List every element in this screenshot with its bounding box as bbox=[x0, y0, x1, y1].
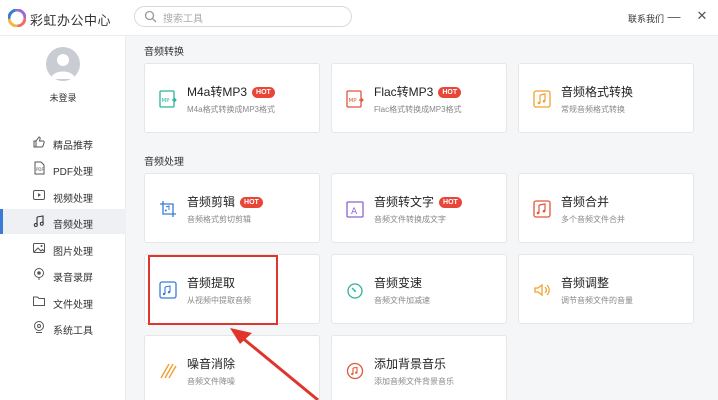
card-description: 音频文件加减速 bbox=[374, 296, 430, 305]
svg-text:A: A bbox=[351, 207, 358, 217]
m4a-convert-icon: MP bbox=[159, 90, 177, 108]
audio-merge-icon bbox=[533, 200, 551, 218]
hot-badge: HOT bbox=[438, 87, 462, 98]
card-description: 常规音频格式转换 bbox=[561, 105, 625, 114]
sidebar-item-label: PDF处理 bbox=[53, 167, 93, 178]
sidebar-item-label: 录音录屏 bbox=[53, 273, 93, 284]
user-avatar-icon bbox=[51, 54, 75, 79]
card-description: 添加音频文件背景音乐 bbox=[374, 377, 454, 386]
system-tools-icon bbox=[34, 321, 44, 333]
record-icon bbox=[34, 268, 44, 280]
sidebar-item-video[interactable]: 视频处理 bbox=[0, 183, 126, 208]
volume-icon bbox=[534, 283, 550, 297]
hot-badge: HOT bbox=[439, 197, 462, 208]
section-title-audio-convert: 音频转换 bbox=[144, 47, 184, 58]
sidebar-item-label: 文件处理 bbox=[53, 300, 93, 311]
section-title-audio-process: 音频处理 bbox=[144, 157, 184, 168]
contact-us-link[interactable]: 联系我们 bbox=[628, 12, 664, 25]
flac-convert-icon: MP bbox=[346, 90, 364, 108]
tool-card-volume-adjust[interactable]: 音频调整 调节音频文件的音量 bbox=[518, 254, 694, 324]
title-bar: 彩虹办公中心 搜索工具 联系我们 — ✕ bbox=[0, 0, 718, 36]
sidebar-item-label: 精品推荐 bbox=[53, 141, 93, 152]
sidebar-item-system[interactable]: 系统工具 bbox=[0, 315, 126, 340]
noise-removal-icon bbox=[160, 363, 177, 379]
sidebar-item-file[interactable]: 文件处理 bbox=[0, 289, 126, 314]
tool-card-audio-to-text[interactable]: A 音频转文字 HOT 音频文件转换成文字 bbox=[331, 173, 507, 243]
hot-badge: HOT bbox=[252, 87, 275, 98]
search-input[interactable]: 搜索工具 bbox=[134, 6, 352, 27]
audio-to-text-icon: A bbox=[346, 201, 364, 218]
card-description: 音频文件降噪 bbox=[187, 377, 235, 386]
sidebar: 未登录 精品推荐 PDF PDF处理 视频处理 音频处理 图片处理 录音录屏 文… bbox=[0, 36, 126, 400]
sidebar-item-label: 系统工具 bbox=[53, 326, 93, 337]
sidebar-item-label: 音频处理 bbox=[53, 220, 93, 231]
minimize-button[interactable]: — bbox=[664, 6, 684, 26]
thumbs-up-icon bbox=[33, 136, 45, 148]
hot-badge: HOT bbox=[240, 197, 263, 208]
card-title: 音频转文字 HOT bbox=[374, 193, 462, 210]
card-description: 音频文件转换成文字 bbox=[374, 215, 446, 224]
card-description: M4a格式转换成MP3格式 bbox=[187, 105, 276, 114]
card-description: 音频格式剪切剪辑 bbox=[187, 215, 251, 224]
tool-card-audio-format[interactable]: 音频格式转换 常规音频格式转换 bbox=[518, 63, 694, 133]
sidebar-item-label: 视频处理 bbox=[53, 194, 93, 205]
sidebar-item-label: 图片处理 bbox=[53, 247, 93, 258]
tool-card-background-music[interactable]: 添加背景音乐 添加音频文件背景音乐 bbox=[331, 335, 507, 400]
sidebar-item-recommended[interactable]: 精品推荐 bbox=[0, 130, 126, 155]
image-icon bbox=[33, 243, 45, 253]
search-placeholder: 搜索工具 bbox=[163, 14, 203, 25]
card-title: 音频合并 bbox=[561, 195, 610, 209]
search-icon bbox=[144, 10, 157, 23]
sidebar-item-pdf[interactable]: PDF PDF处理 bbox=[0, 156, 126, 181]
card-description: 调节音频文件的音量 bbox=[561, 296, 633, 305]
audio-cut-icon bbox=[160, 201, 176, 217]
pdf-file-icon: PDF bbox=[34, 161, 45, 175]
user-name: 未登录 bbox=[49, 93, 77, 103]
tool-card-audio-speed[interactable]: 音频变速 音频文件加减速 bbox=[331, 254, 507, 324]
audio-speed-icon bbox=[347, 283, 363, 299]
background-music-icon bbox=[346, 362, 364, 380]
tool-card-noise-removal[interactable]: 噪音消除 音频文件降噪 bbox=[144, 335, 320, 400]
tool-card-m4a-to-mp3[interactable]: MP M4a转MP3 HOT M4a格式转换成MP3格式 bbox=[144, 63, 320, 133]
card-title: 噪音消除 bbox=[187, 357, 236, 371]
card-title: M4a转MP3 HOT bbox=[187, 83, 275, 100]
avatar[interactable] bbox=[46, 47, 80, 81]
sidebar-item-image[interactable]: 图片处理 bbox=[0, 236, 126, 261]
sidebar-item-record[interactable]: 录音录屏 bbox=[0, 262, 126, 287]
card-description: 多个音频文件合并 bbox=[561, 215, 625, 224]
rainbow-logo-icon bbox=[8, 9, 26, 27]
card-title: 音频调整 bbox=[561, 276, 610, 290]
card-title: Flac转MP3 HOT bbox=[374, 83, 462, 100]
sidebar-item-audio[interactable]: 音频处理 bbox=[0, 209, 126, 234]
card-title: 音频变速 bbox=[374, 276, 423, 290]
folder-icon bbox=[33, 296, 45, 306]
app-title: 彩虹办公中心 bbox=[30, 13, 112, 28]
svg-text:PDF: PDF bbox=[36, 167, 44, 172]
svg-text:MP: MP bbox=[349, 98, 358, 104]
video-play-icon bbox=[33, 190, 45, 200]
close-button[interactable]: ✕ bbox=[692, 6, 712, 26]
card-title: 音频格式转换 bbox=[561, 85, 634, 99]
card-title: 添加背景音乐 bbox=[374, 357, 447, 371]
tool-card-audio-merge[interactable]: 音频合并 多个音频文件合并 bbox=[518, 173, 694, 243]
card-description: Flac格式转换成MP3格式 bbox=[374, 105, 462, 114]
tool-card-flac-to-mp3[interactable]: MP Flac转MP3 HOT Flac格式转换成MP3格式 bbox=[331, 63, 507, 133]
tool-card-audio-cut[interactable]: 音频剪辑 HOT 音频格式剪切剪辑 bbox=[144, 173, 320, 243]
audio-format-icon bbox=[533, 90, 551, 108]
music-note-icon bbox=[33, 215, 44, 227]
svg-text:MP: MP bbox=[162, 98, 171, 104]
highlight-box bbox=[148, 255, 278, 325]
card-title: 音频剪辑 HOT bbox=[187, 193, 263, 210]
